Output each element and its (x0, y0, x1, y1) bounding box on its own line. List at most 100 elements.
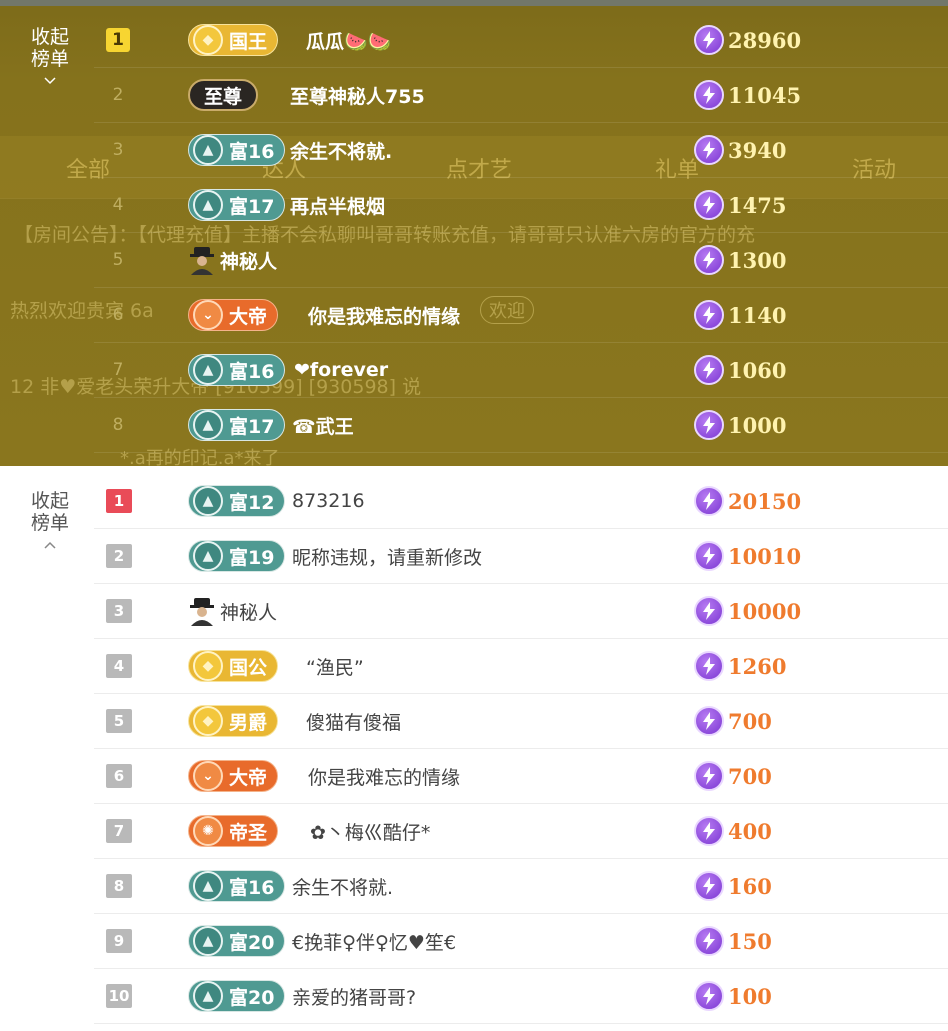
drop-icon: ▲ (193, 355, 223, 385)
rank-number: 8 (106, 874, 132, 898)
badge-label: 富16 (229, 360, 275, 383)
level-badge: ▲ 富16 (188, 134, 286, 166)
lightning-coin-icon (694, 651, 724, 681)
level-badge: ▲ 富20 (188, 925, 286, 957)
level-badge: ▲ 富17 (188, 409, 286, 441)
collapse-label-line1: 收起 (30, 26, 69, 48)
score-value: 10010 (728, 543, 802, 569)
score-value: 10000 (728, 598, 802, 624)
collapse-label-line2: 榜单 (30, 48, 69, 70)
list-item[interactable]: 3 ▲ 富16 余生不将就. 3940 (94, 123, 948, 178)
list-item[interactable]: 9 ▲ 富20 €挽菲♀伴♀忆♥笙€ 150 (94, 914, 948, 969)
rank-number: 3 (112, 140, 124, 160)
drop-icon: ▲ (193, 486, 223, 516)
score: 1000 (694, 410, 786, 440)
badge-label: 帝圣 (229, 821, 268, 844)
list-item[interactable]: 8 ▲ 富17 ☎武王 1000 (94, 398, 948, 453)
drop-icon: ▲ (193, 981, 223, 1011)
list-item[interactable]: 4 ▲ 富17 再点半根烟 1475 (94, 178, 948, 233)
emperor-icon: ⌄ (193, 761, 223, 791)
level-badge: ⌄ 大帝 (188, 299, 279, 331)
lightning-coin-icon (694, 486, 724, 516)
score: 1140 (694, 300, 786, 330)
badge-label: 富12 (229, 491, 275, 514)
user-name: “渔民” (306, 656, 364, 679)
score-value: 28960 (728, 27, 802, 53)
rank-number: 5 (112, 250, 124, 270)
list-item[interactable]: 7 ▲ 富16 ❤forever 1060 (94, 343, 948, 398)
user-name: 神秘人 (220, 601, 278, 624)
lightning-coin-icon (694, 871, 724, 901)
lightning-coin-icon (694, 541, 724, 571)
rank-number: 9 (106, 929, 132, 953)
score: 150 (694, 926, 772, 956)
level-badge: ▲ 富16 (188, 354, 286, 386)
list-item[interactable]: 1 ◆ 国王 瓜瓜🍉🍉 28960 (94, 13, 948, 68)
lightning-coin-icon (694, 761, 724, 791)
level-badge: ⌄ 大帝 (188, 760, 279, 792)
score: 700 (694, 706, 772, 736)
user-name: ❤forever (294, 359, 389, 381)
score-value: 700 (728, 763, 772, 789)
score-value: 3940 (728, 137, 787, 163)
score: 400 (694, 816, 772, 846)
collapse-label-line1: 收起 (30, 490, 69, 512)
list-item[interactable]: 10 ▲ 富20 亲爱的猪哥哥? 100 (94, 969, 948, 1024)
drop-icon: ▲ (193, 541, 223, 571)
list-item[interactable]: 2 至尊 至尊神秘人755 11045 (94, 68, 948, 123)
list-item[interactable]: 1 ▲ 富12 873216 20150 (94, 474, 948, 529)
overlay-panel: 全部 达人 点才艺 礼单 活动 【房间公告】：【代理充值】主播不会私聊叫哥哥转账… (0, 0, 948, 466)
score-value: 11045 (728, 82, 802, 108)
list-item[interactable]: 5 神秘人 1300 (94, 233, 948, 288)
rank-number: 4 (112, 195, 124, 215)
drop-icon: ▲ (193, 190, 223, 220)
rank-number: 7 (106, 819, 132, 843)
score: 1060 (694, 355, 786, 385)
lightning-coin-icon (694, 135, 724, 165)
drop-icon: ▲ (193, 410, 223, 440)
user-name: ✿丶梅巛酷仔* (310, 821, 431, 844)
collapse-list-button[interactable]: 收起 榜单 (14, 26, 86, 88)
lightning-coin-icon (694, 926, 724, 956)
badge-label: 至尊 (204, 85, 243, 108)
drop-icon: ▲ (193, 926, 223, 956)
top-strip (0, 0, 948, 6)
score-value: 1260 (728, 653, 787, 679)
lightning-coin-icon (694, 300, 724, 330)
badge-label: 富17 (229, 195, 275, 218)
level-badge: ▲ 富12 (188, 485, 286, 517)
score: 1475 (694, 190, 786, 220)
list-item[interactable]: 3 神秘人 10000 (94, 584, 948, 639)
list-item[interactable]: 2 ▲ 富19 昵称违规，请重新修改 10010 (94, 529, 948, 584)
score-value: 1300 (728, 247, 787, 273)
lightning-coin-icon (694, 355, 724, 385)
mystery-user-icon (190, 598, 214, 626)
rank-number: 6 (112, 305, 124, 325)
level-badge: ▲ 富20 (188, 980, 286, 1012)
user-name: 神秘人 (220, 250, 278, 273)
list-item[interactable]: 7 ✺ 帝圣 ✿丶梅巛酷仔* 400 (94, 804, 948, 859)
rank-number: 8 (112, 415, 124, 435)
collapse-list-button[interactable]: 收起 榜单 (14, 490, 86, 552)
crown-icon: ◆ (193, 651, 223, 681)
score: 1300 (694, 245, 786, 275)
user-name: 傻猫有傻福 (306, 711, 402, 734)
list-item[interactable]: 5 ◆ 男爵 傻猫有傻福 700 (94, 694, 948, 749)
score: 700 (694, 761, 772, 791)
lightning-coin-icon (694, 245, 724, 275)
user-name: 昵称违规，请重新修改 (292, 546, 483, 569)
crown-icon: ◆ (193, 706, 223, 736)
chevron-down-icon (44, 77, 56, 85)
score: 11045 (694, 80, 801, 110)
list-item[interactable]: 4 ◆ 国公 “渔民” 1260 (94, 639, 948, 694)
drop-icon: ▲ (193, 871, 223, 901)
lightning-coin-icon (694, 596, 724, 626)
badge-label: 国公 (229, 656, 268, 679)
badge-label: 大帝 (229, 766, 268, 789)
list-item[interactable]: 6 ⌄ 大帝 你是我难忘的情缘 700 (94, 749, 948, 804)
score: 160 (694, 871, 772, 901)
list-item[interactable]: 8 ▲ 富16 余生不将就. 160 (94, 859, 948, 914)
list-item[interactable]: 6 ⌄ 大帝 你是我难忘的情缘 1140 (94, 288, 948, 343)
level-badge: ▲ 富19 (188, 540, 286, 572)
saint-emperor-icon: ✺ (193, 816, 223, 846)
